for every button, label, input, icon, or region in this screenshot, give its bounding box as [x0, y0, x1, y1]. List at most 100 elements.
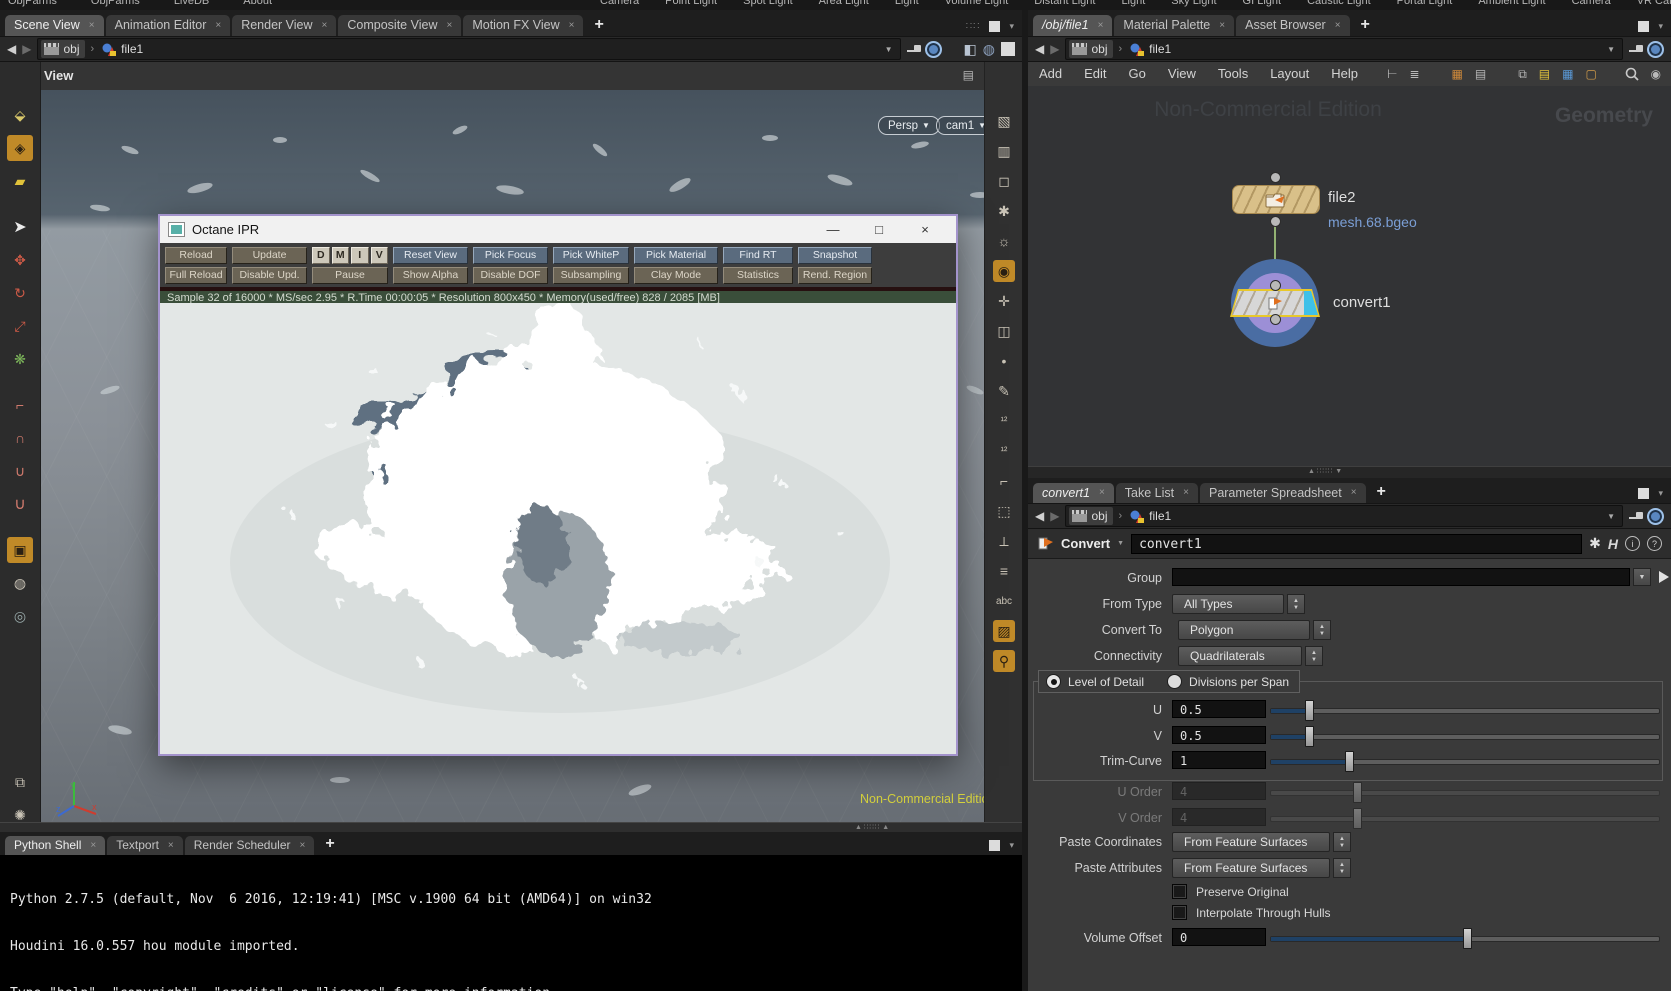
breadcrumb-file1[interactable]: file1: [1127, 507, 1177, 525]
close-icon[interactable]: ×: [1335, 20, 1341, 31]
camera-tool-icon[interactable]: ▣: [7, 537, 33, 563]
find-rt-button[interactable]: Find RT: [723, 247, 793, 264]
network-box-icon[interactable]: ▢: [1585, 67, 1596, 81]
light-icon[interactable]: ☼: [993, 230, 1015, 252]
material-ball-icon[interactable]: ◍: [983, 41, 995, 58]
background-image-icon[interactable]: ▦: [1562, 67, 1573, 81]
snap-curve-icon[interactable]: ∩: [7, 425, 33, 451]
snapshot-cube-icon[interactable]: ◧: [964, 41, 977, 58]
network-canvas[interactable]: Non-Commercial Edition Geometry file2 me…: [1028, 86, 1671, 466]
close-icon[interactable]: ×: [90, 840, 96, 851]
menu-help[interactable]: Help: [1320, 62, 1369, 86]
render-region-icon[interactable]: ▧: [993, 110, 1015, 132]
u-slider[interactable]: [1270, 700, 1660, 721]
hda-icon[interactable]: H: [1608, 536, 1618, 552]
v-input[interactable]: 0.5: [1172, 726, 1266, 744]
material-toggle[interactable]: M: [331, 247, 349, 264]
close-icon[interactable]: ×: [89, 20, 95, 31]
node-input-dot[interactable]: [1270, 280, 1281, 291]
volume-offset-input[interactable]: 0: [1172, 928, 1266, 946]
volume-offset-slider[interactable]: [1270, 928, 1660, 949]
profile-icon[interactable]: ≡: [993, 560, 1015, 582]
snap-pin-icon[interactable]: ⚲: [993, 650, 1015, 672]
forward-icon[interactable]: ▶: [22, 42, 31, 56]
follow-icon[interactable]: [1647, 40, 1664, 58]
shelf-tool[interactable]: Area Light: [819, 0, 869, 7]
shelf-tool[interactable]: VR Camera: [1637, 0, 1671, 7]
path-field[interactable]: obj › file1 ▼: [37, 38, 901, 60]
node-name-field[interactable]: convert1: [1131, 533, 1583, 554]
convert-to-spinner[interactable]: ▲ ▼: [1313, 620, 1331, 640]
info-toggle[interactable]: I: [351, 247, 369, 264]
shelf-tool[interactable]: Portal Light: [1397, 0, 1453, 7]
close-icon[interactable]: ×: [300, 840, 306, 851]
path-dropdown-icon[interactable]: ▼: [1603, 512, 1619, 521]
minimize-button[interactable]: —: [810, 222, 856, 237]
display-white-icon[interactable]: [1001, 42, 1015, 56]
subsampling-button[interactable]: Subsampling: [553, 267, 629, 284]
reload-button[interactable]: Reload: [165, 247, 227, 264]
radio-divisions-per-span[interactable]: [1167, 674, 1183, 689]
menu-tools[interactable]: Tools: [1207, 62, 1259, 86]
shelf-tool[interactable]: Ambient Light: [1478, 0, 1545, 7]
close-icon[interactable]: ×: [215, 20, 221, 31]
lattice-tool-icon[interactable]: ◈: [7, 135, 33, 161]
help-icon[interactable]: ?: [1647, 536, 1662, 551]
path-dropdown-icon[interactable]: ▼: [881, 45, 897, 54]
node-file2[interactable]: [1232, 185, 1320, 214]
pane-menu-icon[interactable]: ▾: [1658, 488, 1663, 499]
shelf-tool[interactable]: Spot Light: [743, 0, 793, 7]
disable-dof-button[interactable]: Disable DOF: [473, 267, 548, 284]
menu-go[interactable]: Go: [1118, 62, 1157, 86]
select-tool-icon[interactable]: ➤: [7, 214, 33, 240]
pane-maximize-icon[interactable]: [1638, 488, 1650, 499]
select-box-icon[interactable]: ⬚: [993, 500, 1015, 522]
gear-menu-icon[interactable]: ✱: [1589, 535, 1601, 552]
menu-layout[interactable]: Layout: [1259, 62, 1320, 86]
background-image-icon[interactable]: ▨: [993, 620, 1015, 642]
back-icon[interactable]: ◀: [7, 42, 16, 56]
close-button[interactable]: ×: [902, 222, 948, 237]
pane-menu-icon[interactable]: ▾: [1009, 840, 1014, 851]
abc-attribs-icon[interactable]: abc: [993, 590, 1015, 612]
tab-take-list[interactable]: Take List ×: [1115, 483, 1198, 503]
breadcrumb-obj[interactable]: obj: [41, 40, 86, 58]
render-region-button[interactable]: Rend. Region: [798, 267, 872, 284]
shelf-tool[interactable]: Distant Light: [1034, 0, 1095, 7]
pick-focus-button[interactable]: Pick Focus: [473, 247, 548, 264]
pane-menu-icon[interactable]: ▾: [1658, 21, 1663, 32]
interpolate-hulls-checkbox[interactable]: [1172, 905, 1187, 920]
dot-icon[interactable]: •: [993, 350, 1015, 372]
close-icon[interactable]: ×: [322, 20, 328, 31]
new-tab-button[interactable]: +: [585, 15, 612, 36]
view-menu[interactable]: View: [44, 68, 73, 83]
new-tab-button[interactable]: +: [1352, 15, 1379, 36]
y-up-icon[interactable]: ✛: [993, 290, 1015, 312]
shelf-tool[interactable]: Point Light: [665, 0, 717, 7]
paste-attributes-spinner[interactable]: ▲ ▼: [1333, 858, 1351, 878]
show-alpha-button[interactable]: Show Alpha: [393, 267, 468, 284]
breadcrumb-file1[interactable]: file1: [1127, 40, 1177, 58]
tab-motion-fx-view[interactable]: Motion FX View ×: [463, 15, 584, 36]
close-icon[interactable]: ×: [1219, 20, 1225, 31]
pick-whitepoint-button[interactable]: Pick WhiteP: [553, 247, 629, 264]
close-icon[interactable]: ×: [168, 840, 174, 851]
shelf-tool[interactable]: Volume Light: [945, 0, 1009, 7]
close-icon[interactable]: ×: [1351, 488, 1357, 498]
breadcrumb-file1[interactable]: file1: [99, 40, 149, 58]
follow-icon[interactable]: [1647, 507, 1664, 525]
menu-item[interactable]: About: [243, 0, 272, 7]
list-view-icon[interactable]: ≣: [1409, 67, 1419, 81]
octane-ipr-window[interactable]: Octane IPR — □ × Reload Update D M I V R…: [158, 214, 958, 756]
radio-level-of-detail[interactable]: [1046, 674, 1061, 689]
snap-point-icon[interactable]: ∪: [7, 458, 33, 484]
search-icon[interactable]: [1625, 67, 1639, 81]
lens-icon[interactable]: ◎: [7, 603, 33, 629]
close-icon[interactable]: ×: [446, 20, 452, 31]
sticky-note-icon[interactable]: ▤: [1539, 67, 1550, 81]
tab-animation-editor[interactable]: Animation Editor ×: [105, 15, 231, 36]
create-primitive-icon[interactable]: ⬙: [7, 102, 33, 128]
tab-textport[interactable]: Textport ×: [107, 836, 183, 855]
normals-icon[interactable]: ⟂: [993, 530, 1015, 552]
point-count-icon[interactable]: ¹²: [993, 410, 1015, 432]
